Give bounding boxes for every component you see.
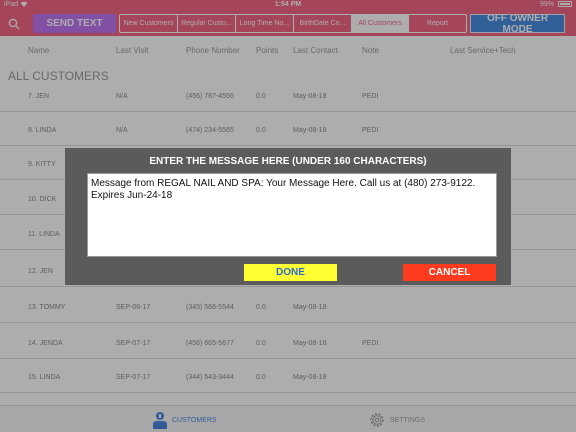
- done-button[interactable]: DONE: [244, 264, 337, 281]
- send-text-dialog: ENTER THE MESSAGE HERE (UNDER 160 CHARAC…: [65, 148, 511, 285]
- cancel-button[interactable]: CANCEL: [403, 264, 496, 281]
- message-input[interactable]: Message from REGAL NAIL AND SPA: Your Me…: [87, 173, 497, 257]
- dialog-title: ENTER THE MESSAGE HERE (UNDER 160 CHARAC…: [149, 156, 427, 167]
